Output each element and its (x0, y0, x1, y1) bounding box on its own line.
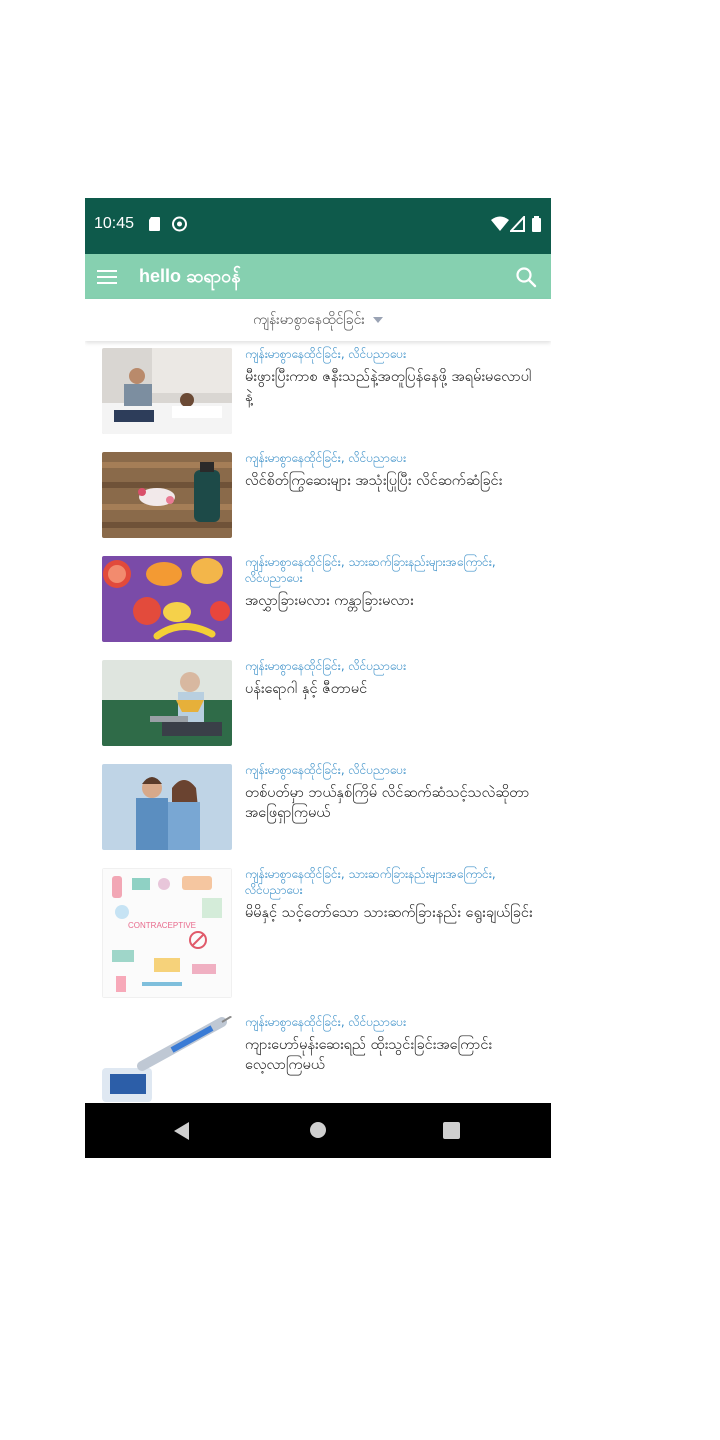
article-list: ကျန်းမာစွာနေထိုင်ခြင်း, လိင်ပညာပေး မီးဖွ… (85, 346, 551, 1118)
article-thumbnail: CONTRACEPTIVE (102, 868, 232, 998)
article-item[interactable]: ကျန်းမာစွာနေထိုင်ခြင်း, လိင်ပညာပေး မီးဖွ… (85, 346, 551, 450)
article-category[interactable]: ကျန်းမာစွာနေထိုင်ခြင်း, လိင်ပညာပေး (245, 450, 537, 466)
status-bar: 10:45 (85, 198, 551, 254)
battery-icon (532, 216, 541, 232)
article-title[interactable]: လိင်စိတ်ကြွဆေးများ အသုံးပြုပြီး လိင်ဆက်ဆ… (245, 471, 537, 491)
app-bar: hello ဆရာဝန် (85, 254, 551, 299)
article-thumbnail (102, 1016, 232, 1102)
article-category[interactable]: ကျန်းမာစွာနေထိုင်ခြင်း, လိင်ပညာပေး (245, 346, 537, 362)
sync-icon (172, 216, 187, 232)
article-thumbnail (102, 452, 232, 538)
article-thumbnail (102, 660, 232, 746)
article-category[interactable]: ကျန်းမာစွာနေထိုင်ခြင်း, သားဆက်ခြားနည်းမျ… (245, 866, 537, 898)
back-icon[interactable] (174, 1122, 189, 1140)
phone-screen: 10:45 hello ဆရာဝန် ကျန်းမာစွာနေထိုင်ခြင်… (85, 198, 551, 1158)
article-title[interactable]: မိမိနှင့် သင့်တော်သော သားဆက်ခြားနည်း ရွေ… (245, 903, 537, 923)
article-item[interactable]: ကျန်းမာစွာနေထိုင်ခြင်း, လိင်ပညာပေး လိင်စ… (85, 450, 551, 554)
article-item[interactable]: ကျန်းမာစွာနေထိုင်ခြင်း, လိင်ပညာပေး ပန်းရ… (85, 658, 551, 762)
article-thumbnail (102, 764, 232, 850)
home-icon[interactable] (310, 1122, 326, 1138)
sd-card-icon (149, 217, 160, 231)
article-item[interactable]: ကျန်းမာစွာနေထိုင်ခြင်း, လိင်ပညာပေး တစ်ပတ… (85, 762, 551, 866)
category-filter-label: ကျန်းမာစွာနေထိုင်ခြင်း (253, 311, 365, 328)
thumbnail-caption: CONTRACEPTIVE (128, 921, 196, 930)
article-title[interactable]: တစ်ပတ်မှာ ဘယ်နှစ်ကြိမ် လိင်ဆက်ဆံသင့်သလဲဆ… (245, 783, 537, 823)
article-title[interactable]: ပန်းရောဂါ နှင့် ဇီတာမင် (245, 679, 537, 699)
wifi-icon (491, 216, 509, 231)
hamburger-icon[interactable] (97, 267, 117, 287)
article-category[interactable]: ကျန်းမာစွာနေထိုင်ခြင်း, သားဆက်ခြားနည်းမျ… (245, 554, 537, 586)
cellular-signal-icon (510, 216, 525, 232)
recents-icon[interactable] (443, 1122, 460, 1139)
status-time: 10:45 (94, 215, 135, 232)
article-category[interactable]: ကျန်းမာစွာနေထိုင်ခြင်း, လိင်ပညာပေး (245, 658, 537, 674)
search-icon[interactable] (515, 266, 537, 288)
article-thumbnail (102, 556, 232, 642)
article-title[interactable]: ကျားဟော်မုန်းဆေးရည် ထိုးသွင်းခြင်းအကြောင… (245, 1035, 537, 1075)
article-category[interactable]: ကျန်းမာစွာနေထိုင်ခြင်း, လိင်ပညာပေး (245, 762, 537, 778)
article-category[interactable]: ကျန်းမာစွာနေထိုင်ခြင်း, လိင်ပညာပေး (245, 1014, 537, 1030)
article-title[interactable]: အလွှာခြားမလား ကန္တာခြားမလား (245, 591, 537, 611)
article-item[interactable]: ကျန်းမာစွာနေထိုင်ခြင်း, သားဆက်ခြားနည်းမျ… (85, 554, 551, 658)
app-logo-title: hello ဆရာဝန် (139, 266, 241, 286)
article-thumbnail (102, 348, 232, 434)
chevron-down-icon (372, 317, 383, 323)
article-item[interactable]: CONTRACEPTIVE ကျန်းမာစွာနေထိုင်ခြင်း, သာ… (85, 866, 551, 1014)
article-title[interactable]: မီးဖွားပြီးကာစ ဇနီးသည်နဲ့အတူပြန်နေဖို့ အ… (245, 367, 537, 407)
system-nav-bar (85, 1103, 551, 1158)
category-filter-dropdown[interactable]: ကျန်းမာစွာနေထိုင်ခြင်း (85, 299, 551, 341)
